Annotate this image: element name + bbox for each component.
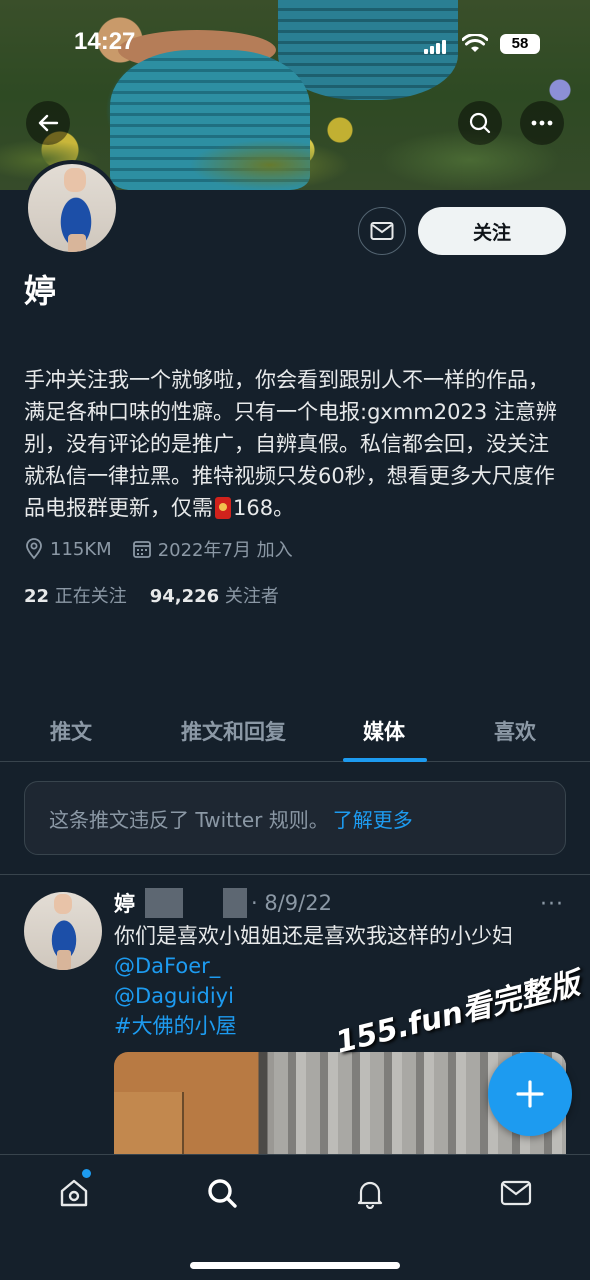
tweet-author-handle-redacted [141,888,247,918]
tab-tweets-and-replies[interactable]: 推文和回复 [181,716,286,746]
calendar-icon [132,541,151,558]
bio-suffix: 168。 [233,496,295,520]
active-tab-indicator [343,758,427,762]
more-options-button[interactable] [520,101,564,145]
compose-button[interactable] [488,1052,572,1136]
home-indicator [190,1262,400,1269]
search-button[interactable] [458,101,502,145]
back-button[interactable] [26,101,70,145]
nav-notifications[interactable] [350,1173,390,1213]
location-text: 115KM [50,538,112,560]
joined-text: 2022年7月 加入 [157,540,293,561]
following-link[interactable]: 22 正在关注 [24,586,127,607]
profile-bio: 手冲关注我一个就够啦，你会看到跟别人不一样的作品，满足各种口味的性癖。只有一个电… [24,364,564,524]
nav-home[interactable] [54,1173,94,1213]
followers-count: 94,226 [149,586,220,607]
followers-label: 关注者 [224,586,279,607]
tweet-text: 你们是喜欢小姐姐还是喜欢我这样的小少妇 [114,924,513,948]
profile-joined: 2022年7月 加入 [132,536,293,562]
profile-name: 婷 [24,272,57,310]
red-envelope-icon [215,497,231,519]
search-icon [469,112,491,134]
follow-stats: 22 正在关注 94,226 关注者 [24,582,279,608]
tweet-avatar[interactable] [24,892,102,970]
redaction-block [223,888,247,918]
home-notification-dot [82,1169,91,1178]
bell-icon [357,1181,383,1209]
rule-violation-notice: 这条推文违反了 Twitter 规则。 了解更多 [24,781,566,855]
learn-more-link[interactable]: 了解更多 [333,804,413,833]
status-bar: 14:27 58 [0,28,590,64]
tab-media[interactable]: 媒体 [363,716,405,746]
profile-location: 115KM [24,538,112,560]
mail-icon [500,1180,532,1206]
tab-tweets[interactable]: 推文 [50,716,92,746]
notice-text: 这条推文违反了 Twitter 规则。 [49,807,329,832]
plus-icon [516,1080,544,1108]
profile-tabs: 推文 推文和回复 媒体 喜欢 [0,700,590,762]
divider [0,874,590,875]
mail-icon [370,222,394,240]
tweet-header: 婷 · 8/9/22 [114,888,332,918]
following-label: 正在关注 [54,586,127,607]
follow-button[interactable]: 关注 [418,207,566,255]
tweet-author-name[interactable]: 婷 [114,888,135,918]
nav-messages[interactable] [496,1173,536,1213]
wifi-icon [462,34,488,52]
tweet-date[interactable]: · 8/9/22 [251,891,332,915]
cellular-signal-icon [424,40,446,54]
home-icon [60,1179,88,1207]
location-pin-icon [26,538,42,560]
message-button[interactable] [358,207,406,255]
tweet-mention[interactable]: @DaFoer_ [114,951,513,981]
nav-search[interactable] [202,1173,242,1213]
search-icon [208,1179,237,1208]
more-horizontal-icon [531,120,553,126]
tweet-more-icon[interactable]: ··· [540,892,564,917]
redaction-block [145,888,183,918]
tab-likes[interactable]: 喜欢 [494,716,536,746]
following-count: 22 [24,586,50,607]
profile-avatar[interactable] [24,160,120,256]
battery-indicator: 58 [500,34,540,54]
profile-meta: 115KM 2022年7月 加入 [24,536,313,562]
arrow-left-icon [38,114,59,132]
followers-link[interactable]: 94,226 关注者 [150,586,279,607]
status-time: 14:27 [74,28,136,55]
